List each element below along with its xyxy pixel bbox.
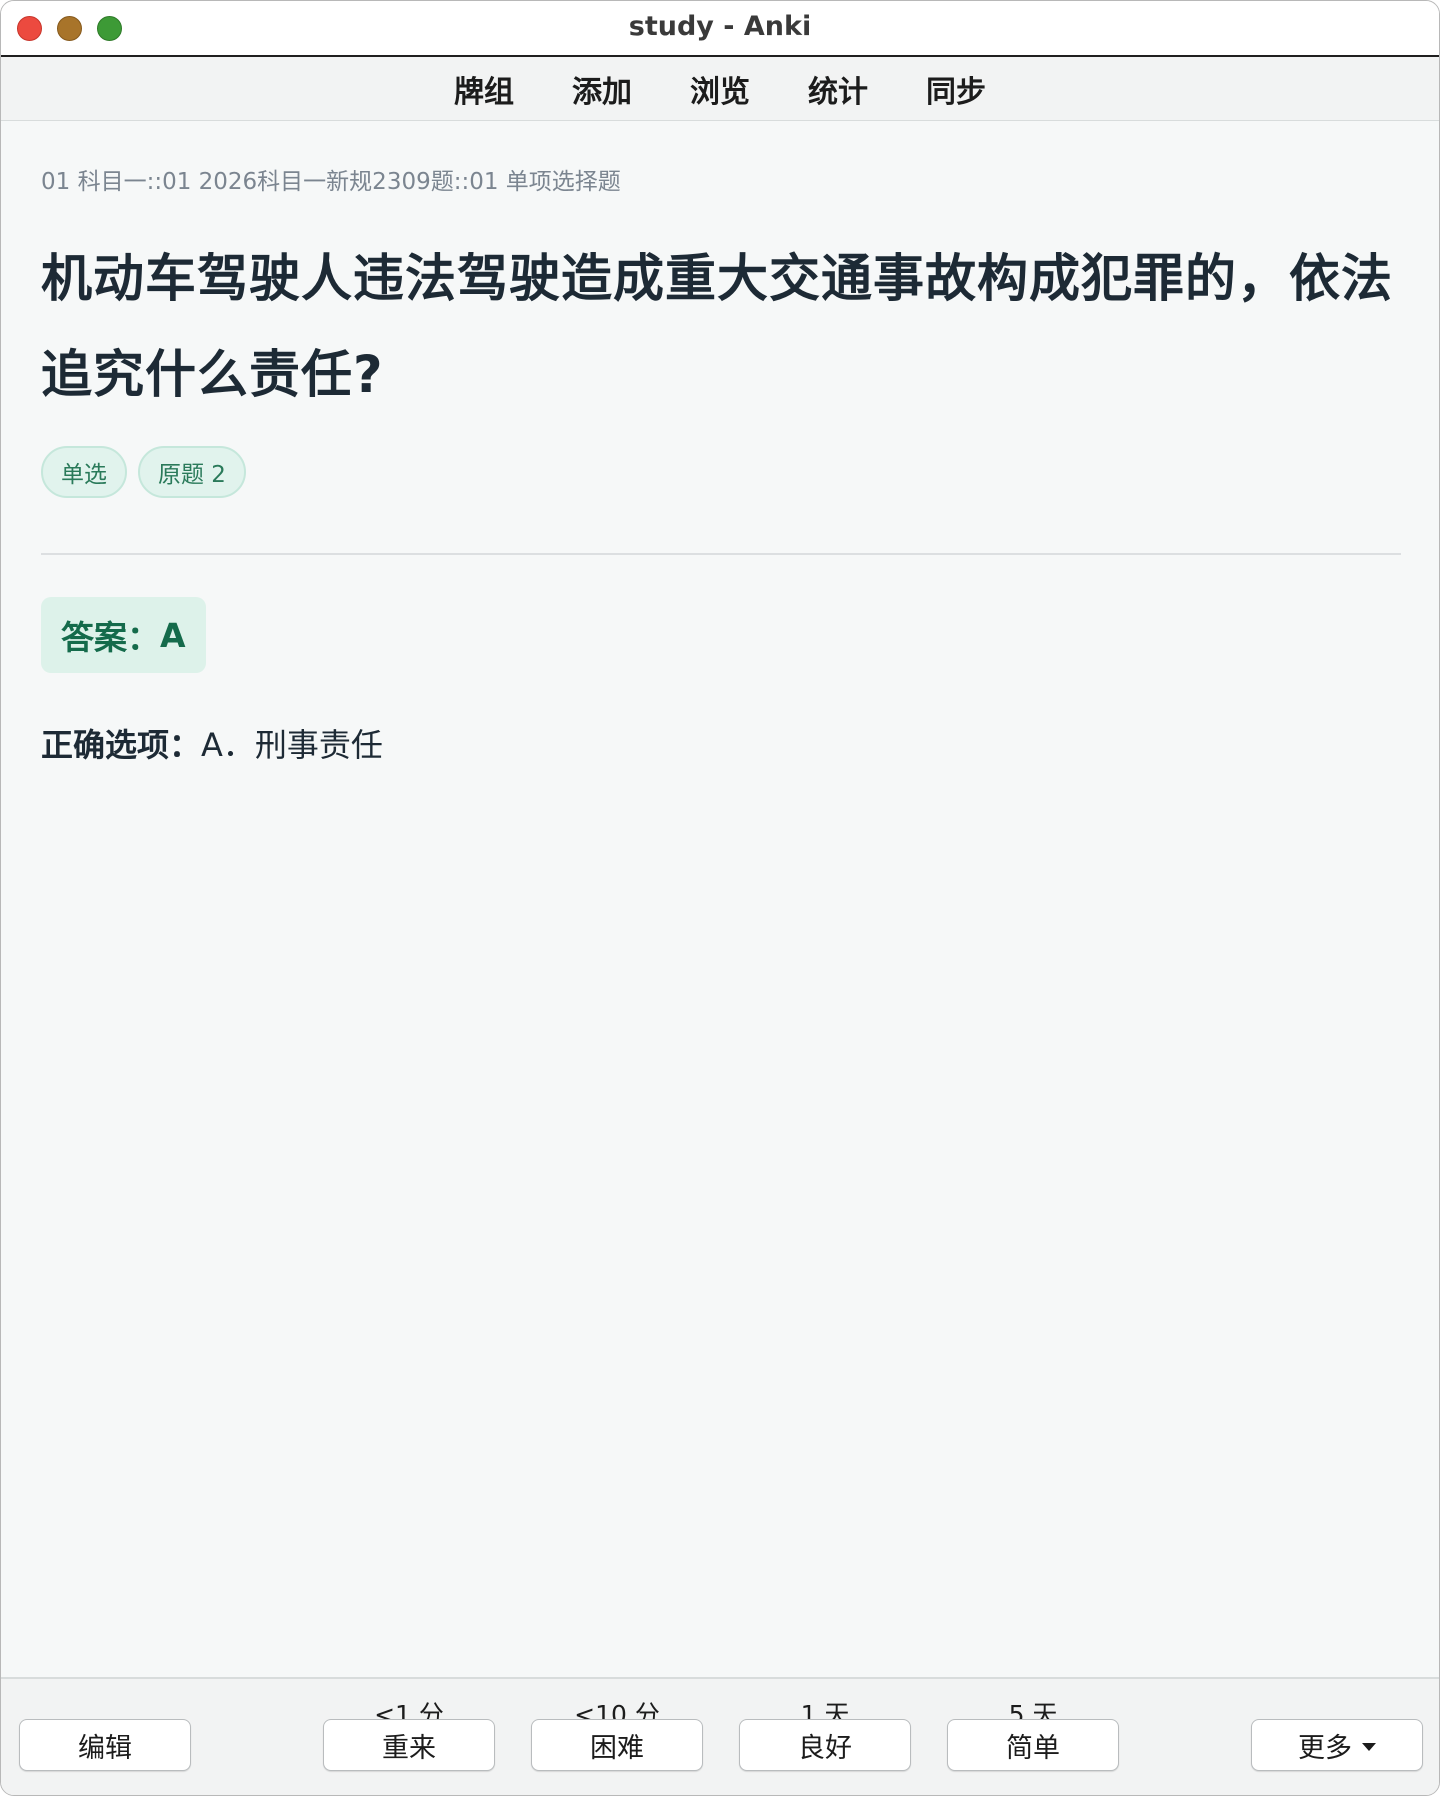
correct-option-value: A．刑事责任 [201, 726, 383, 764]
again-button[interactable]: 重来 [323, 1719, 495, 1771]
tag-list: 单选 原题 2 [41, 446, 246, 498]
toolbar-stats[interactable]: 统计 [779, 67, 897, 111]
answer-divider [41, 553, 1401, 555]
hard-button[interactable]: 困难 [531, 1719, 703, 1771]
edit-button[interactable]: 编辑 [19, 1719, 191, 1771]
hard-button-label: 困难 [590, 1732, 644, 1764]
correct-option-label: 正确选项： [41, 726, 202, 764]
tag-single-choice: 单选 [41, 446, 127, 498]
question-text: 机动车驾驶人违法驾驶造成重大交通事故构成犯罪的，依法追究什么责任? [41, 250, 1394, 405]
anki-window: study - Anki 牌组 添加 浏览 统计 同步 01 科目一::01 2… [0, 0, 1440, 1796]
toolbar-decks[interactable]: 牌组 [425, 67, 543, 111]
good-button[interactable]: 良好 [739, 1719, 911, 1771]
toolbar-add[interactable]: 添加 [543, 67, 661, 111]
main-toolbar: 牌组 添加 浏览 统计 同步 [1, 57, 1439, 121]
title-bar: study - Anki [1, 1, 1439, 57]
answer-label: 答案： [61, 618, 160, 657]
deck-path: 01 科目一::01 2026科目一新规2309题::01 单项选择题 [41, 169, 621, 195]
answer-bar: 编辑 <1 分 重来 <10 分 困难 1 天 良好 5 天 简单 更多 [1, 1677, 1439, 1795]
answer-badge: 答案： A [41, 597, 206, 673]
easy-button[interactable]: 简单 [947, 1719, 1119, 1771]
chevron-down-icon [1362, 1743, 1376, 1751]
more-button-label: 更多 [1298, 1732, 1352, 1764]
edit-button-label: 编辑 [78, 1732, 132, 1764]
tag-original-question: 原题 2 [138, 446, 246, 498]
toolbar-sync[interactable]: 同步 [897, 67, 1015, 111]
window-title: study - Anki [628, 11, 812, 42]
easy-button-label: 简单 [1006, 1732, 1060, 1764]
toolbar-browse[interactable]: 浏览 [661, 67, 779, 111]
more-button[interactable]: 更多 [1251, 1719, 1423, 1771]
again-button-label: 重来 [382, 1732, 436, 1764]
correct-option: 正确选项：A．刑事责任 [41, 720, 383, 766]
good-button-label: 良好 [798, 1732, 852, 1764]
answer-value: A [160, 615, 186, 655]
